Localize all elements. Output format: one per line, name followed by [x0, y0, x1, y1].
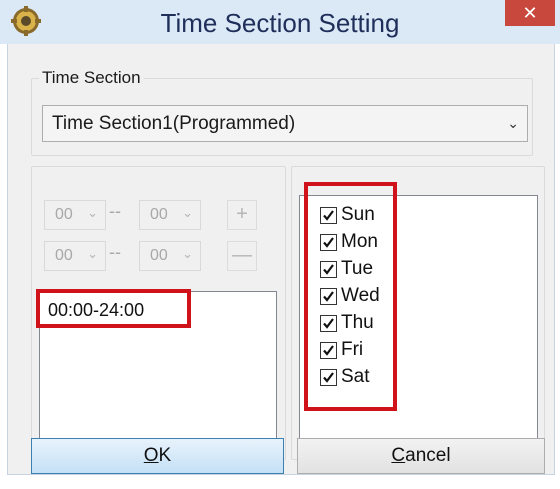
chevron-down-icon: ⌄ — [87, 246, 98, 261]
title-bar: Time Section Setting ✕ — [0, 0, 560, 44]
chevron-down-icon: ⌄ — [507, 115, 519, 131]
end-minute-select[interactable]: 00 ⌄ — [139, 241, 201, 271]
window-title: Time Section Setting — [160, 8, 400, 38]
range-separator: -- — [109, 242, 121, 262]
start-minute-select[interactable]: 00 ⌄ — [139, 200, 201, 230]
end-minute-value: 00 — [150, 247, 168, 264]
start-hour-value: 00 — [55, 206, 73, 223]
start-minute-value: 00 — [150, 206, 168, 223]
range-separator: -- — [109, 201, 121, 221]
minus-icon: — — [232, 244, 252, 266]
end-hour-value: 00 — [55, 247, 73, 264]
add-period-button[interactable]: + — [227, 200, 257, 230]
cancel-button[interactable]: Cancel — [297, 438, 545, 474]
end-hour-select[interactable]: 00 ⌄ — [44, 241, 106, 271]
close-icon: ✕ — [522, 3, 538, 23]
dialog-body: Time Section Time Section1(Programmed) ⌄… — [7, 44, 555, 475]
time-section-dropdown[interactable]: Time Section1(Programmed) ⌄ — [42, 105, 528, 142]
ok-mnemonic: O — [143, 445, 159, 466]
days-highlight-box — [304, 182, 397, 411]
ok-button[interactable]: OK — [31, 438, 284, 474]
close-button[interactable]: ✕ — [505, 0, 555, 26]
ok-label-rest: K — [158, 445, 172, 466]
start-hour-select[interactable]: 00 ⌄ — [44, 200, 106, 230]
cancel-label-rest: ancel — [405, 445, 451, 466]
chevron-down-icon: ⌄ — [182, 205, 193, 220]
plus-icon: + — [236, 203, 248, 225]
time-section-value: Time Section1(Programmed) — [52, 113, 296, 134]
remove-period-button[interactable]: — — [227, 241, 257, 271]
chevron-down-icon: ⌄ — [87, 205, 98, 220]
chevron-down-icon: ⌄ — [182, 246, 193, 261]
cancel-mnemonic: C — [391, 445, 406, 466]
period-highlight-box — [36, 289, 191, 328]
time-section-label: Time Section — [39, 68, 144, 88]
